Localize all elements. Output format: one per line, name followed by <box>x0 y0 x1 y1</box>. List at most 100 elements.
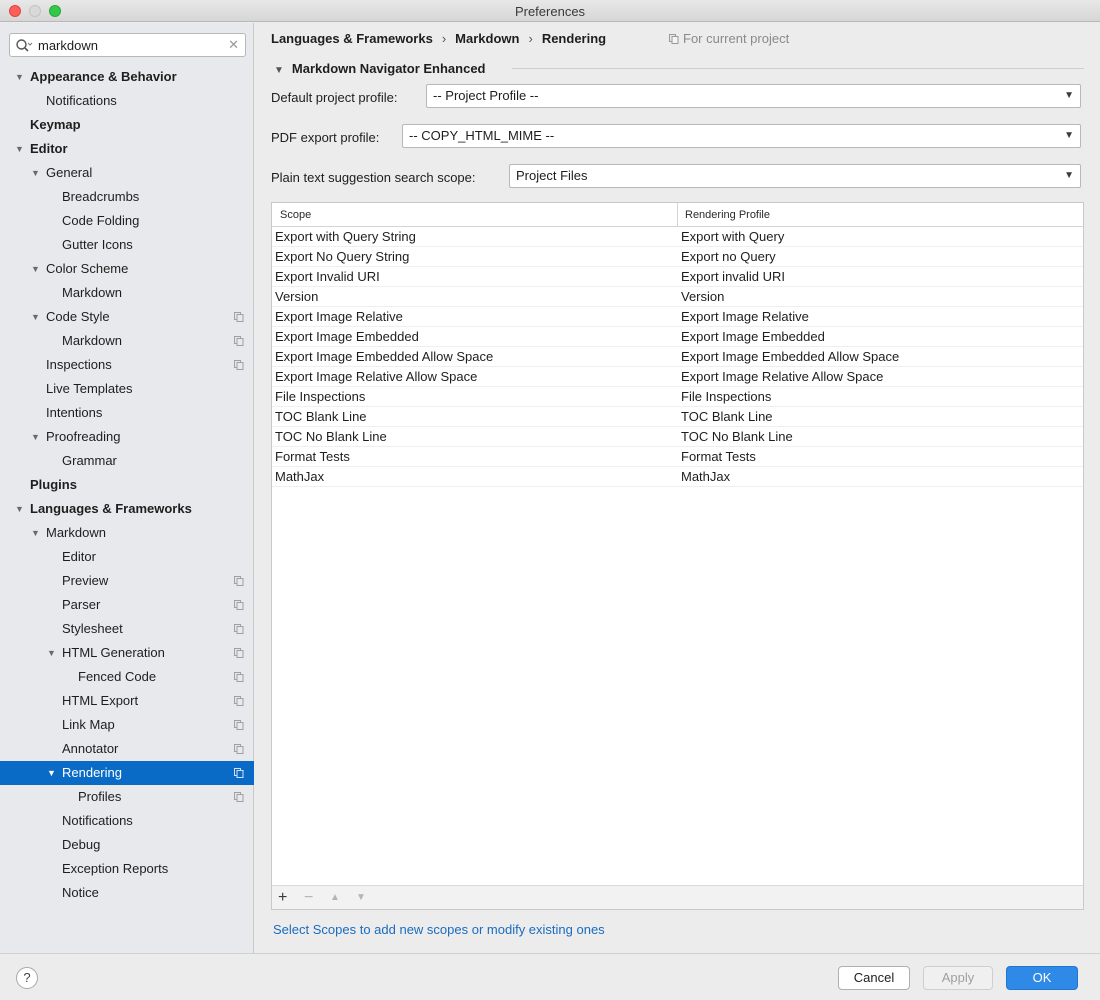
breadcrumb-item[interactable]: Markdown <box>455 31 519 46</box>
sidebar-item[interactable]: Annotator <box>0 737 254 761</box>
search-scope-select[interactable]: Project Files ▼ <box>509 164 1081 188</box>
sidebar-item[interactable]: Plugins <box>0 473 254 497</box>
triangle-down-icon[interactable]: ▼ <box>274 65 284 76</box>
table-row[interactable]: File Inspections File Inspections <box>272 387 1083 407</box>
default-profile-select[interactable]: -- Project Profile -- ▼ <box>426 84 1081 108</box>
sidebar-item[interactable]: ▼ HTML Generation <box>0 641 254 665</box>
table-row[interactable]: Export Invalid URI Export invalid URI <box>272 267 1083 287</box>
table-row[interactable]: TOC Blank Line TOC Blank Line <box>272 407 1083 427</box>
sidebar-item[interactable]: Live Templates <box>0 377 254 401</box>
sidebar-item[interactable]: Notifications <box>0 89 254 113</box>
pdf-profile-select[interactable]: -- COPY_HTML_MIME -- ▼ <box>402 124 1081 148</box>
sidebar-item-label: General <box>46 165 93 180</box>
table-row[interactable]: MathJax MathJax <box>272 467 1083 487</box>
scope-cell: Export with Query String <box>275 229 416 244</box>
sidebar-item[interactable]: Inspections <box>0 353 254 377</box>
add-scope-button[interactable]: + <box>278 888 287 908</box>
project-scope-icon <box>234 336 244 346</box>
triangle-down-icon[interactable]: ▼ <box>31 521 40 545</box>
sidebar-item[interactable]: Fenced Code <box>0 665 254 689</box>
sidebar-item[interactable]: Intentions <box>0 401 254 425</box>
table-row[interactable]: Export Image Embedded Allow Space Export … <box>272 347 1083 367</box>
cancel-button[interactable]: Cancel <box>838 966 910 990</box>
sidebar-item[interactable]: Markdown <box>0 281 254 305</box>
sidebar-item[interactable]: Notice <box>0 881 254 905</box>
table-row[interactable]: Export Image Relative Export Image Relati… <box>272 307 1083 327</box>
sidebar-item[interactable]: ▼ Rendering <box>0 761 254 785</box>
sidebar-item[interactable]: Preview <box>0 569 254 593</box>
sidebar-item[interactable]: HTML Export <box>0 689 254 713</box>
sidebar-item[interactable]: Editor <box>0 545 254 569</box>
column-divider[interactable] <box>677 203 678 227</box>
sidebar-item-label: Markdown <box>62 333 122 348</box>
sidebar-item[interactable]: Grammar <box>0 449 254 473</box>
sidebar-item[interactable]: Code Folding <box>0 209 254 233</box>
sidebar-item[interactable]: ▼ Code Style <box>0 305 254 329</box>
table-row[interactable]: TOC No Blank Line TOC No Blank Line <box>272 427 1083 447</box>
sidebar-item[interactable]: Exception Reports <box>0 857 254 881</box>
triangle-down-icon[interactable]: ▼ <box>15 65 24 89</box>
sidebar-item[interactable]: Breadcrumbs <box>0 185 254 209</box>
triangle-down-icon[interactable]: ▼ <box>47 761 56 785</box>
triangle-down-icon[interactable]: ▼ <box>31 257 40 281</box>
sidebar-item[interactable]: Profiles <box>0 785 254 809</box>
help-button[interactable]: ? <box>16 967 38 989</box>
sidebar-item-label: Stylesheet <box>62 621 123 636</box>
breadcrumb-item[interactable]: Languages & Frameworks <box>271 31 433 46</box>
sidebar-item[interactable]: Gutter Icons <box>0 233 254 257</box>
sidebar-item[interactable]: ▼ Color Scheme <box>0 257 254 281</box>
clear-icon[interactable]: ✕ <box>228 37 239 53</box>
table-row[interactable]: Version Version <box>272 287 1083 307</box>
search-scope-label: Plain text suggestion search scope: <box>271 170 476 185</box>
sidebar-item[interactable]: ▼ General <box>0 161 254 185</box>
sidebar-item-label: Profiles <box>78 789 122 804</box>
sidebar-item-label: Markdown <box>62 285 122 300</box>
triangle-down-icon[interactable]: ▼ <box>31 305 40 329</box>
sidebar-item[interactable]: ▼ Proofreading <box>0 425 254 449</box>
sidebar-item[interactable]: Keymap <box>0 113 254 137</box>
sidebar-item-label: Editor <box>62 549 96 564</box>
sidebar-item[interactable]: ▼ Editor <box>0 137 254 161</box>
sidebar-item[interactable]: ▼ Markdown <box>0 521 254 545</box>
project-scope-icon <box>234 792 244 802</box>
triangle-down-icon[interactable]: ▼ <box>15 137 24 161</box>
sidebar-item[interactable]: ▼ Appearance & Behavior <box>0 65 254 89</box>
triangle-down-icon[interactable]: ▼ <box>15 497 24 521</box>
sidebar-item-label: Intentions <box>46 405 103 420</box>
remove-scope-button[interactable]: − <box>304 888 313 908</box>
search-input[interactable] <box>38 36 228 54</box>
move-up-button[interactable]: ▲ <box>330 888 340 908</box>
scope-profile-table[interactable]: Scope Rendering Profile Export with Quer… <box>271 202 1084 910</box>
sidebar-item-label: Code Folding <box>62 213 140 228</box>
section-header[interactable]: ▼ Markdown Navigator Enhanced <box>274 61 486 76</box>
sidebar-item[interactable]: Notifications <box>0 809 254 833</box>
table-toolbar: + − ▲ ▼ <box>271 885 1084 910</box>
table-row[interactable]: Export Image Relative Allow Space Export … <box>272 367 1083 387</box>
breadcrumb-item[interactable]: Rendering <box>542 31 606 46</box>
settings-search-box[interactable]: ✕ <box>9 33 246 57</box>
sidebar-item-label: Preview <box>62 573 109 588</box>
table-row[interactable]: Export with Query String Export with Quer… <box>272 227 1083 247</box>
for-current-project-label: For current project <box>683 31 790 46</box>
table-row[interactable]: Export Image Embedded Export Image Embedd… <box>272 327 1083 347</box>
sidebar-item[interactable]: ▼ Languages & Frameworks <box>0 497 254 521</box>
triangle-down-icon[interactable]: ▼ <box>31 161 40 185</box>
sidebar-item[interactable]: Parser <box>0 593 254 617</box>
column-header-rendering-profile[interactable]: Rendering Profile <box>685 209 770 221</box>
table-row[interactable]: Export No Query String Export no Query <box>272 247 1083 267</box>
sidebar-item[interactable]: Stylesheet <box>0 617 254 641</box>
scope-cell: Export Image Relative <box>275 309 403 324</box>
table-row[interactable]: Format Tests Format Tests <box>272 447 1083 467</box>
ok-button[interactable]: OK <box>1006 966 1078 990</box>
triangle-down-icon[interactable]: ▼ <box>47 641 56 665</box>
apply-button[interactable]: Apply <box>923 966 993 990</box>
select-scopes-link[interactable]: Select Scopes to add new scopes or modif… <box>273 922 605 937</box>
sidebar-item[interactable]: Debug <box>0 833 254 857</box>
sidebar-item[interactable]: Markdown <box>0 329 254 353</box>
project-scope-icon <box>234 744 244 754</box>
move-down-button[interactable]: ▼ <box>356 888 366 908</box>
sidebar-item-label: Keymap <box>30 117 81 132</box>
column-header-scope[interactable]: Scope <box>280 209 311 221</box>
triangle-down-icon[interactable]: ▼ <box>31 425 40 449</box>
sidebar-item[interactable]: Link Map <box>0 713 254 737</box>
